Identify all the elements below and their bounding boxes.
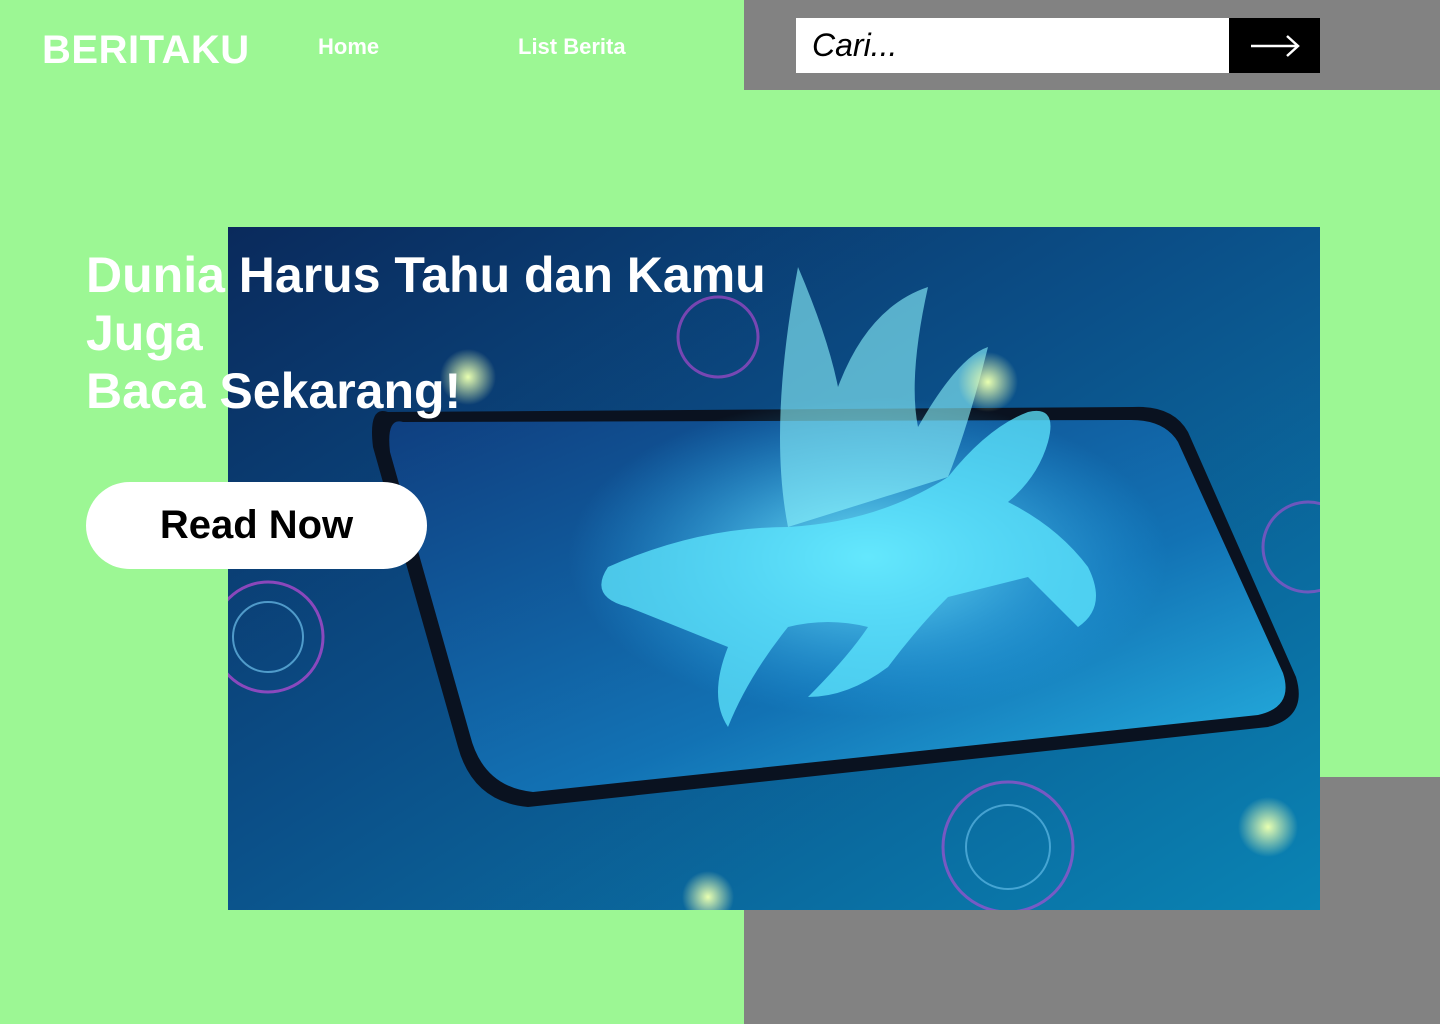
brand-logo[interactable]: BERITAKU: [42, 28, 250, 73]
arrow-right-icon: [1250, 34, 1300, 57]
search-input[interactable]: [796, 18, 1230, 73]
nav-list-berita-link[interactable]: List Berita: [518, 34, 626, 60]
hero-title-line2: Baca Sekarang!: [86, 363, 462, 419]
search-button[interactable]: [1229, 18, 1320, 73]
nav-home-link[interactable]: Home: [318, 34, 379, 60]
bottom-gray-panel: [744, 910, 1440, 1024]
read-now-button[interactable]: Read Now: [86, 482, 427, 569]
hero-title: Dunia Harus Tahu dan Kamu Juga Baca Seka…: [86, 246, 786, 420]
hero-title-line1: Dunia Harus Tahu dan Kamu Juga: [86, 247, 766, 361]
